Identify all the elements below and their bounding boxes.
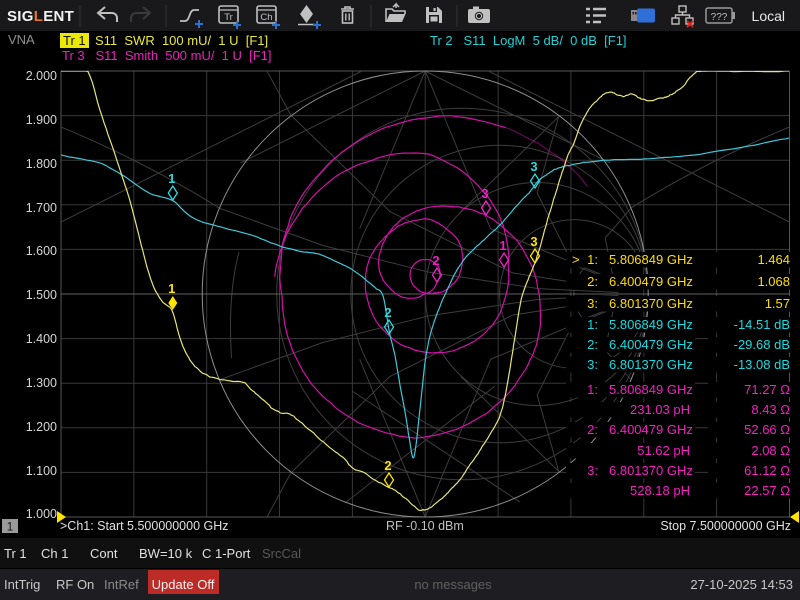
- svg-text:1.500: 1.500: [26, 288, 57, 302]
- svg-text:1.068: 1.068: [757, 274, 790, 289]
- svg-text:Tr 1: Tr 1: [4, 546, 27, 561]
- svg-text:3:: 3:: [587, 463, 598, 478]
- svg-text:Tr 3 S11 Smith 500 mU/ 1: Tr 3 S11 Smith 500 mU/ 1 U [F1]: [62, 48, 272, 63]
- svg-text:1.57: 1.57: [765, 296, 790, 311]
- svg-text:3: 3: [481, 186, 488, 201]
- svg-text:>Ch1: Start 5.500000000 GHz: >Ch1: Start 5.500000000 GHz: [60, 519, 229, 533]
- svg-text:3: 3: [530, 159, 537, 174]
- svg-text:Tr: Tr: [224, 12, 233, 23]
- svg-text:1: 1: [7, 522, 13, 534]
- svg-text:VNA: VNA: [8, 32, 35, 47]
- svg-text:3:: 3:: [587, 296, 598, 311]
- svg-text:1:: 1:: [587, 382, 598, 397]
- svg-text:RF -0.10 dBm: RF -0.10 dBm: [386, 519, 464, 533]
- svg-text:1.300: 1.300: [26, 376, 57, 390]
- svg-text:231.03 pH: 231.03 pH: [630, 402, 690, 417]
- svg-text:1: 1: [168, 171, 175, 186]
- svg-text:8.43 Ω: 8.43 Ω: [751, 402, 790, 417]
- svg-text:27-10-2025 14:53: 27-10-2025 14:53: [690, 577, 793, 592]
- svg-text:1:: 1:: [587, 317, 598, 332]
- svg-text:SIGLENT: SIGLENT: [7, 8, 74, 25]
- svg-text:>: >: [572, 252, 580, 267]
- svg-text:2:: 2:: [587, 274, 598, 289]
- svg-text:1.200: 1.200: [26, 420, 57, 434]
- svg-text:1.800: 1.800: [26, 157, 57, 171]
- svg-text:22.57 Ω: 22.57 Ω: [744, 483, 790, 498]
- svg-text:61.12 Ω: 61.12 Ω: [744, 463, 790, 478]
- svg-text:1.464: 1.464: [757, 252, 790, 267]
- svg-text:1: 1: [168, 281, 175, 296]
- svg-text:1.600: 1.600: [26, 244, 57, 258]
- svg-text:2: 2: [432, 253, 439, 268]
- svg-text:528.18 pH: 528.18 pH: [630, 483, 690, 498]
- svg-text:RF On: RF On: [56, 577, 94, 592]
- svg-text:6.400479 GHz: 6.400479 GHz: [609, 337, 693, 352]
- svg-text:2.08 Ω: 2.08 Ω: [751, 443, 790, 458]
- svg-text:S11 SWR 100 mU/ 1 U [F1]: S11 SWR 100 mU/ 1 U [F1]: [95, 33, 268, 48]
- svg-text:6.400479 GHz: 6.400479 GHz: [609, 274, 693, 289]
- svg-text:-13.08 dB: -13.08 dB: [734, 357, 790, 372]
- svg-text:1: 1: [499, 238, 506, 253]
- svg-text:SrcCal: SrcCal: [262, 546, 301, 561]
- svg-text:BW=10 k: BW=10 k: [139, 546, 193, 561]
- svg-text:6.801370 GHz: 6.801370 GHz: [609, 296, 693, 311]
- svg-text:Cont: Cont: [90, 546, 118, 561]
- svg-text:2: 2: [384, 305, 391, 320]
- svg-text:71.27 Ω: 71.27 Ω: [744, 382, 790, 397]
- svg-text:IntRef: IntRef: [104, 577, 139, 592]
- svg-text:1.900: 1.900: [26, 113, 57, 127]
- svg-text:Ch 1: Ch 1: [41, 546, 68, 561]
- svg-text:2:: 2:: [587, 422, 598, 437]
- svg-text:5.806849 GHz: 5.806849 GHz: [609, 382, 693, 397]
- svg-text:6.801370 GHz: 6.801370 GHz: [609, 463, 693, 478]
- svg-text:3: 3: [530, 234, 537, 249]
- svg-text:2:: 2:: [587, 337, 598, 352]
- svg-text:no messages: no messages: [414, 577, 492, 592]
- svg-text:3:: 3:: [587, 357, 598, 372]
- svg-text:2: 2: [384, 458, 391, 473]
- svg-text:Update Off: Update Off: [152, 577, 215, 592]
- svg-text:5.806849 GHz: 5.806849 GHz: [609, 317, 693, 332]
- svg-text:Local: Local: [752, 8, 785, 24]
- svg-text:1.100: 1.100: [26, 464, 57, 478]
- svg-text:6.801370 GHz: 6.801370 GHz: [609, 357, 693, 372]
- svg-text:1.000: 1.000: [26, 507, 57, 521]
- svg-text:-29.68 dB: -29.68 dB: [734, 337, 790, 352]
- svg-text:51.62 pH: 51.62 pH: [637, 443, 690, 458]
- svg-text:Stop 7.500000000 GHz: Stop 7.500000000 GHz: [660, 519, 791, 533]
- svg-text:Tr 2 S11 LogM 5 dB/ 0 dB: Tr 2 S11 LogM 5 dB/ 0 dB [F1]: [430, 33, 627, 48]
- svg-text:1.700: 1.700: [26, 201, 57, 215]
- svg-text:52.66 Ω: 52.66 Ω: [744, 422, 790, 437]
- svg-text:C 1-Port: C 1-Port: [202, 546, 251, 561]
- svg-text:???: ???: [711, 12, 728, 23]
- svg-text:IntTrig: IntTrig: [4, 577, 40, 592]
- svg-text:5.806849 GHz: 5.806849 GHz: [609, 252, 693, 267]
- svg-text:-14.51 dB: -14.51 dB: [734, 317, 790, 332]
- svg-text:2.000: 2.000: [26, 69, 57, 83]
- svg-text:1:: 1:: [587, 252, 598, 267]
- svg-text:Ch: Ch: [260, 12, 272, 23]
- svg-text:6.400479 GHz: 6.400479 GHz: [609, 422, 693, 437]
- svg-text:1.400: 1.400: [26, 332, 57, 346]
- svg-text:Tr 1: Tr 1: [63, 33, 86, 48]
